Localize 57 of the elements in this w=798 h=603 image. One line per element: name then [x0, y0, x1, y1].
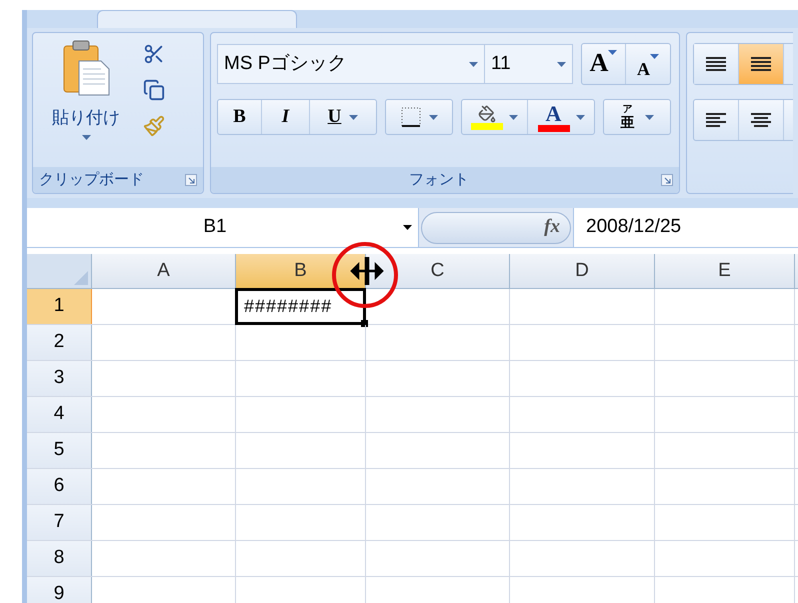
caret-icon	[349, 114, 358, 120]
row-header[interactable]: 5	[27, 433, 92, 468]
group-label: クリップボード	[39, 170, 144, 190]
dialog-launcher-icon[interactable]	[661, 174, 673, 186]
grow-font-button[interactable]: A	[582, 44, 626, 84]
caret-icon	[650, 54, 659, 59]
formula-field[interactable]: 2008/12/25	[573, 208, 798, 247]
caret-icon	[576, 114, 584, 120]
active-cell[interactable]: ########	[235, 288, 366, 325]
group-label: フォント	[408, 170, 470, 190]
resize-cursor-icon	[349, 256, 385, 286]
borders-button[interactable]	[385, 99, 453, 135]
highlight-circle	[331, 241, 399, 309]
color-bar-icon	[538, 124, 570, 132]
corner-triangle-icon	[74, 271, 88, 285]
row-header[interactable]: 8	[27, 541, 92, 576]
row-header[interactable]: 2	[27, 325, 92, 360]
column-header[interactable]: D	[510, 254, 655, 288]
caret-icon	[469, 62, 478, 66]
row-header[interactable]: 1	[27, 289, 92, 324]
border-icon	[400, 107, 420, 127]
align-top-icon	[705, 56, 727, 72]
bold-button[interactable]: B	[218, 100, 262, 134]
color-bar-icon	[471, 122, 503, 130]
cut-icon[interactable]	[143, 43, 165, 65]
caret-icon	[557, 62, 566, 66]
caret-icon	[644, 114, 654, 120]
row-header[interactable]: 3	[27, 361, 92, 396]
italic-button[interactable]: I	[262, 100, 310, 134]
fill-handle[interactable]	[361, 320, 368, 327]
insert-function-button[interactable]: fx	[544, 213, 560, 242]
font-size-field[interactable]: 11	[485, 44, 573, 84]
row-header[interactable]: 6	[27, 469, 92, 504]
paint-bucket-icon	[478, 104, 496, 122]
align-left-icon	[705, 112, 727, 128]
caret-icon	[428, 114, 438, 120]
font-name-field[interactable]: MS Pゴシック	[217, 44, 485, 84]
vertical-align-button[interactable]	[694, 44, 739, 84]
row-header[interactable]: 7	[27, 505, 92, 540]
caret-icon	[82, 134, 90, 140]
underline-button[interactable]: U	[310, 100, 376, 134]
phonetic-button[interactable]: ア 亜	[603, 99, 671, 135]
caret-icon	[403, 225, 412, 230]
clipboard-icon	[61, 39, 111, 97]
shrink-font-button[interactable]: A	[626, 44, 670, 84]
paste-button[interactable]: 貼り付け	[43, 39, 129, 167]
align-middle-icon	[750, 56, 772, 72]
vertical-align-button[interactable]	[739, 44, 784, 84]
column-header[interactable]: E	[655, 254, 795, 288]
caret-icon	[509, 114, 518, 120]
align-center-icon	[750, 112, 772, 128]
dialog-launcher-icon[interactable]	[185, 174, 197, 186]
row-header[interactable]: 9	[27, 577, 92, 603]
name-box[interactable]: B1	[27, 208, 419, 247]
caret-icon	[608, 50, 618, 55]
row-header[interactable]: 4	[27, 397, 92, 432]
copy-icon[interactable]	[143, 79, 165, 101]
